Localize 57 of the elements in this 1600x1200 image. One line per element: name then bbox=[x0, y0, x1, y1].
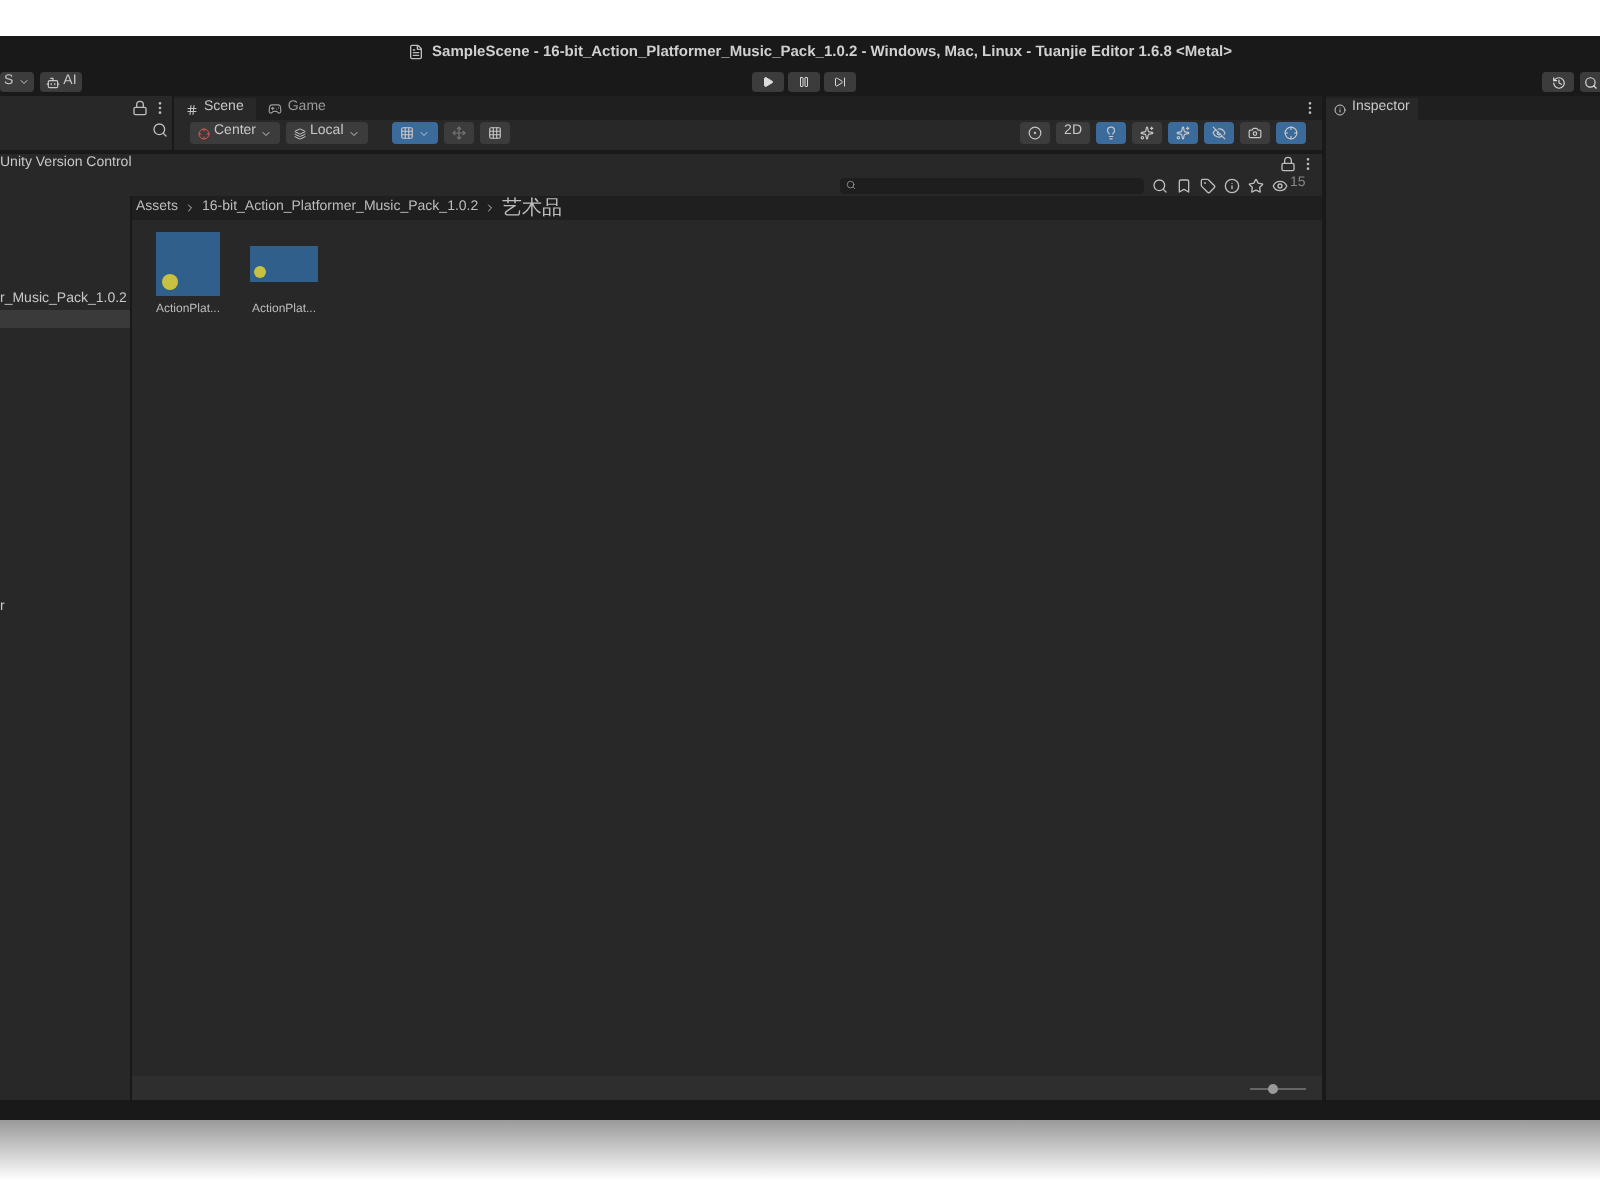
search-button[interactable] bbox=[1580, 72, 1600, 92]
info-icon bbox=[1224, 177, 1240, 193]
info-icon bbox=[1334, 103, 1346, 115]
caret-icon bbox=[17, 76, 30, 88]
grid-snap-button[interactable] bbox=[391, 122, 438, 144]
star-icon bbox=[1248, 177, 1264, 193]
play-button[interactable] bbox=[752, 72, 784, 92]
slider-thumb[interactable] bbox=[1267, 1083, 1278, 1093]
gizmo-icon bbox=[1284, 126, 1298, 140]
search-icon bbox=[152, 122, 168, 138]
lock-icon bbox=[1280, 156, 1296, 172]
caret-icon bbox=[417, 127, 430, 139]
grid-icon bbox=[186, 103, 198, 115]
document-icon bbox=[408, 44, 425, 60]
pause-icon bbox=[798, 76, 810, 88]
move-icon bbox=[451, 126, 466, 140]
search-icon bbox=[846, 180, 856, 190]
label-icon bbox=[1200, 177, 1216, 193]
lighting-toggle[interactable] bbox=[1096, 122, 1126, 144]
visibility-toggle[interactable] bbox=[1204, 122, 1234, 144]
audio-toggle[interactable] bbox=[1132, 122, 1162, 144]
effects-toggle[interactable] bbox=[1168, 122, 1198, 144]
history-button[interactable] bbox=[1542, 72, 1574, 92]
album-art-thumbnail bbox=[156, 231, 220, 295]
type-filter-icon bbox=[1176, 177, 1192, 193]
ai-icon bbox=[45, 75, 60, 89]
lock-icon bbox=[132, 100, 148, 116]
chevron-icon bbox=[484, 202, 497, 214]
tools-icon bbox=[487, 126, 502, 140]
light-bulb-icon bbox=[1104, 126, 1118, 140]
gamepad-icon bbox=[267, 102, 282, 116]
effects-icon bbox=[1176, 126, 1190, 140]
draw-mode-dropdown[interactable] bbox=[1020, 122, 1051, 144]
gizmos-dropdown[interactable] bbox=[1276, 122, 1306, 144]
history-icon bbox=[1551, 75, 1565, 89]
pause-button[interactable] bbox=[788, 72, 820, 92]
step-icon bbox=[834, 76, 846, 88]
filter-icon bbox=[1152, 177, 1168, 193]
eye-icon bbox=[1272, 177, 1288, 193]
search-field[interactable] bbox=[840, 177, 1144, 193]
tools-button[interactable] bbox=[479, 122, 510, 144]
step-button[interactable] bbox=[824, 72, 856, 92]
zoom-slider[interactable] bbox=[1250, 1084, 1306, 1092]
grid-icon bbox=[399, 126, 414, 140]
hidden-eye-icon bbox=[1212, 126, 1226, 140]
album-art-thumbnail bbox=[250, 245, 318, 281]
chevron-icon bbox=[184, 202, 197, 214]
increment-snap-button[interactable] bbox=[443, 122, 474, 144]
play-icon bbox=[762, 76, 774, 88]
camera-icon bbox=[1248, 126, 1262, 140]
caret-icon bbox=[347, 127, 360, 139]
pivot-icon bbox=[198, 127, 210, 139]
search-icon bbox=[1583, 75, 1597, 89]
breadcrumb-link[interactable]: 艺术品 bbox=[502, 193, 563, 223]
caret-icon bbox=[260, 127, 273, 139]
shading-icon bbox=[1028, 126, 1043, 140]
camera-dropdown[interactable] bbox=[1240, 122, 1270, 144]
